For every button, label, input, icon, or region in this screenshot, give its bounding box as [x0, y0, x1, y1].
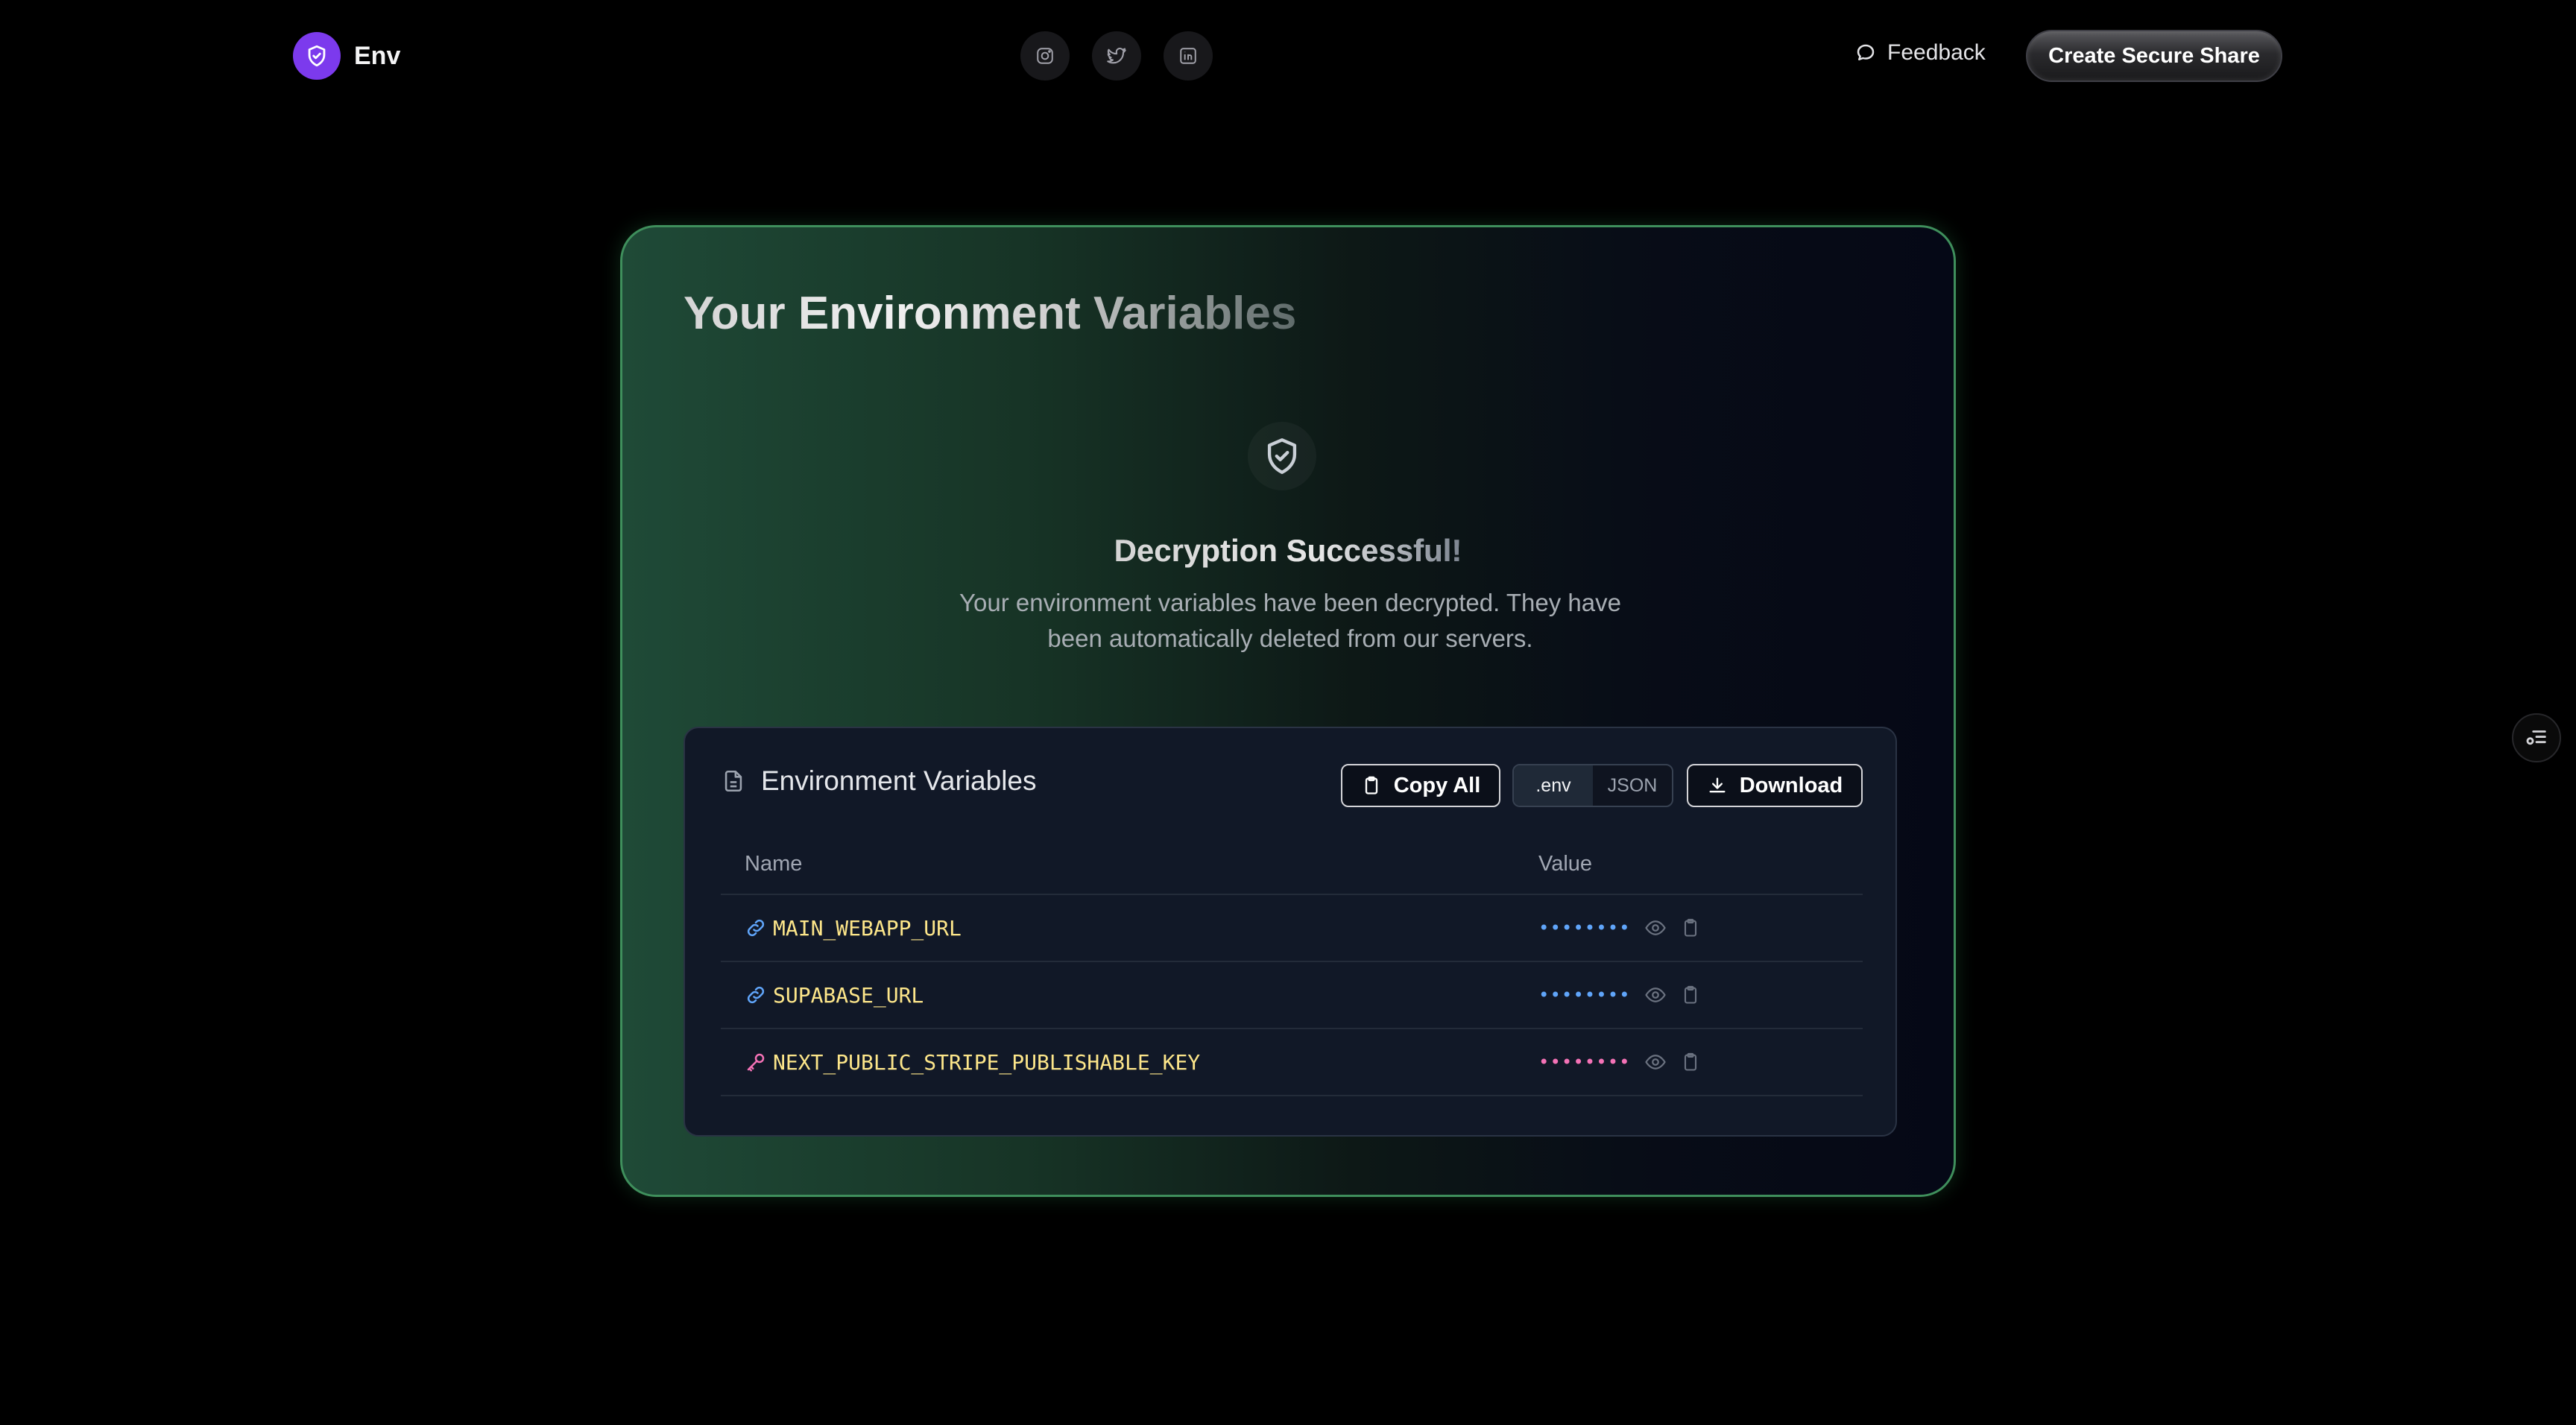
top-nav: Env Feedback Create Secure Share [0, 0, 2576, 112]
link-icon [747, 986, 765, 1004]
variable-name: SUPABASE_URL [773, 982, 924, 1008]
eye-icon[interactable] [1644, 1051, 1667, 1073]
row-value-cell: •••••••• [1538, 1029, 1701, 1095]
feedback-link[interactable]: Feedback [1854, 40, 1986, 66]
masked-value: •••••••• [1538, 917, 1631, 938]
env-table: Name Value MAIN_WEBAPP_URL •••••••• SUPA… [721, 838, 1863, 1096]
row-name-cell: SUPABASE_URL [745, 962, 924, 1028]
download-icon [1709, 777, 1726, 793]
panel-header: Environment Variables [721, 765, 1037, 797]
copy-all-label: Copy All [1393, 773, 1481, 797]
clipboard-icon[interactable] [1680, 985, 1701, 1005]
env-variables-panel: Environment Variables Copy All .env JSON… [684, 727, 1897, 1137]
create-secure-share-button[interactable]: Create Secure Share [2026, 30, 2282, 82]
shield-logo-icon [293, 32, 341, 80]
column-header-name: Name [745, 852, 803, 876]
masked-value: •••••••• [1538, 985, 1631, 1005]
twitter-icon[interactable] [1092, 31, 1141, 80]
success-title: Decryption Successful! [1114, 533, 1462, 568]
variable-name: NEXT_PUBLIC_STRIPE_PUBLISHABLE_KEY [773, 1049, 1201, 1075]
eye-icon[interactable] [1644, 917, 1667, 939]
row-name-cell: NEXT_PUBLIC_STRIPE_PUBLISHABLE_KEY [745, 1029, 1200, 1095]
variable-name: MAIN_WEBAPP_URL [773, 915, 962, 941]
side-menu-toggle[interactable] [2512, 713, 2561, 762]
row-value-cell: •••••••• [1538, 895, 1701, 961]
panel-title: Environment Variables [761, 765, 1037, 796]
table-header: Name Value [721, 838, 1863, 895]
brand[interactable]: Env [293, 32, 400, 80]
success-title-wrap: Decryption Successful! [622, 533, 1954, 569]
column-header-value: Value [1538, 852, 1593, 876]
clipboard-icon [1365, 776, 1377, 794]
file-text-icon [724, 770, 742, 792]
social-links [1020, 31, 1213, 80]
format-option-env[interactable]: .env [1514, 765, 1593, 806]
brand-name: Env [354, 41, 401, 70]
env-card: Your Environment Variables Decryption Su… [620, 225, 1956, 1197]
card-title: Your Environment Variables [684, 288, 1297, 339]
format-toggle: .env JSON [1512, 764, 1673, 807]
masked-value: •••••••• [1538, 1052, 1631, 1072]
table-row: MAIN_WEBAPP_URL •••••••• [721, 895, 1863, 962]
instagram-icon[interactable] [1020, 31, 1070, 80]
clipboard-icon[interactable] [1680, 917, 1701, 938]
format-option-json[interactable]: JSON [1593, 765, 1672, 806]
feedback-label: Feedback [1887, 40, 1986, 65]
key-icon [747, 1053, 765, 1072]
eye-icon[interactable] [1644, 984, 1667, 1006]
linkedin-icon[interactable] [1164, 31, 1213, 80]
download-label: Download [1739, 773, 1843, 797]
link-icon [747, 919, 765, 937]
table-row: SUPABASE_URL •••••••• [721, 962, 1863, 1029]
copy-all-button[interactable]: Copy All [1341, 764, 1500, 807]
row-value-cell: •••••••• [1538, 962, 1701, 1028]
clipboard-icon[interactable] [1680, 1052, 1701, 1072]
table-row: NEXT_PUBLIC_STRIPE_PUBLISHABLE_KEY •••••… [721, 1029, 1863, 1096]
chat-bubble-icon [1857, 44, 1875, 60]
row-name-cell: MAIN_WEBAPP_URL [745, 895, 962, 961]
download-button[interactable]: Download [1687, 764, 1863, 807]
settings-list-icon [2526, 730, 2546, 745]
shield-check-icon [1248, 422, 1316, 490]
success-description: Your environment variables have been dec… [959, 589, 1621, 652]
